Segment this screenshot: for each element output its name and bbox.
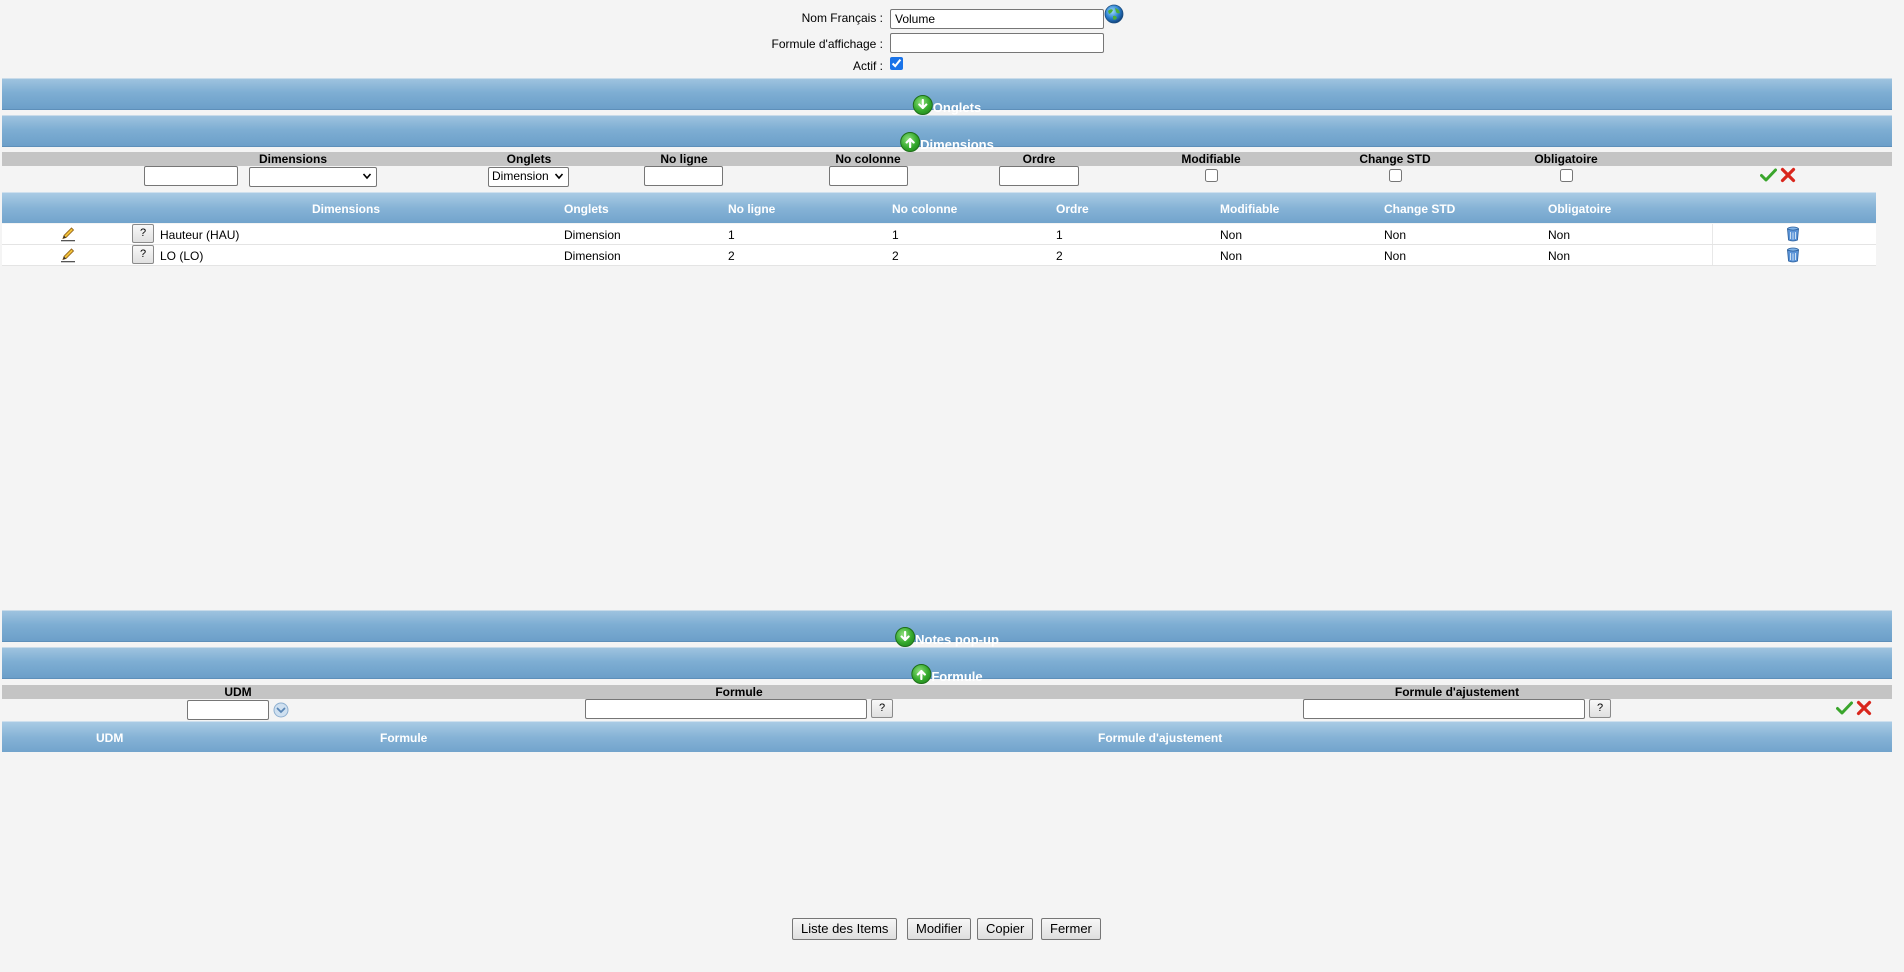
edit-col-change-std: Change STD bbox=[1359, 152, 1431, 166]
cell-no-colonne: 1 bbox=[892, 228, 899, 242]
column-divider bbox=[1712, 245, 1713, 265]
cell-dimension: Hauteur (HAU) bbox=[160, 228, 240, 242]
formule-ajustement-help-button[interactable]: ? bbox=[1589, 699, 1611, 718]
red-x-icon[interactable] bbox=[1780, 167, 1796, 183]
cell-change-std: Non bbox=[1384, 228, 1407, 242]
cell-no-colonne: 2 bbox=[892, 249, 899, 263]
obligatoire-checkbox[interactable] bbox=[1560, 169, 1573, 182]
dimension-select[interactable] bbox=[249, 167, 377, 187]
liste-items-button[interactable]: Liste des Items bbox=[792, 918, 898, 940]
no-colonne-input[interactable] bbox=[829, 166, 908, 186]
red-x-icon[interactable] bbox=[1856, 700, 1872, 716]
checkmark-icon[interactable] bbox=[1760, 168, 1777, 182]
col-dimensions: Dimensions bbox=[312, 202, 381, 216]
copier-button[interactable]: Copier bbox=[977, 918, 1034, 940]
modifier-button[interactable]: Modifier bbox=[907, 918, 972, 940]
cell-modifiable: Non bbox=[1220, 228, 1243, 242]
notes-section-title: Notes pop-up bbox=[915, 632, 999, 647]
arrow-up-circle-icon[interactable] bbox=[900, 132, 921, 152]
dimension-help-button[interactable]: ? bbox=[132, 224, 154, 243]
cell-onglet: Dimension bbox=[564, 228, 621, 242]
dimension-help-button[interactable]: ? bbox=[132, 245, 154, 264]
chevron-down-icon bbox=[554, 173, 564, 180]
notes-section-header[interactable]: Notes pop-up bbox=[2, 610, 1892, 647]
col-formule-ajustement: Formule d'ajustement bbox=[1098, 731, 1223, 745]
col-modifiable: Modifiable bbox=[1220, 202, 1280, 216]
pencil-icon[interactable] bbox=[60, 247, 76, 263]
edit-col-formule-ajustement: Formule d'ajustement bbox=[1394, 685, 1520, 699]
edit-col-no-ligne: No ligne bbox=[660, 152, 708, 166]
col-formule: Formule bbox=[380, 731, 428, 745]
checkmark-icon[interactable] bbox=[1836, 701, 1853, 715]
cell-change-std: Non bbox=[1384, 249, 1407, 263]
nom-francais-input[interactable] bbox=[890, 9, 1104, 29]
chevron-down-icon bbox=[362, 173, 372, 180]
formule-affichage-input[interactable] bbox=[890, 33, 1104, 53]
formule-table-header: UDM Formule Formule d'ajustement bbox=[2, 721, 1892, 752]
cell-ordre: 1 bbox=[1056, 228, 1063, 242]
udm-input[interactable] bbox=[187, 700, 269, 720]
arrow-down-circle-icon[interactable] bbox=[895, 627, 916, 647]
formule-section-header[interactable]: Formule bbox=[2, 647, 1892, 684]
modifiable-checkbox[interactable] bbox=[1205, 169, 1218, 182]
col-ordre: Ordre bbox=[1056, 202, 1089, 216]
trash-icon[interactable] bbox=[1786, 226, 1800, 242]
arrow-down-circle-icon[interactable] bbox=[912, 95, 933, 115]
col-onglets: Onglets bbox=[564, 202, 609, 216]
dimensions-edit-header: Dimensions Onglets No ligne No colonne O… bbox=[2, 152, 1892, 166]
cell-no-ligne: 2 bbox=[728, 249, 735, 263]
formule-input[interactable] bbox=[585, 699, 867, 719]
cell-obligatoire: Non bbox=[1548, 249, 1571, 263]
no-ligne-input[interactable] bbox=[644, 166, 723, 186]
col-no-ligne: No ligne bbox=[728, 202, 776, 216]
formule-edit-header: UDM Formule Formule d'ajustement bbox=[2, 685, 1892, 699]
onglets-section-header[interactable]: Onglets bbox=[2, 78, 1892, 115]
table-row: ? LO (LO) Dimension 2 2 2 Non Non Non bbox=[2, 245, 1876, 266]
dimensions-section-title: Dimensions bbox=[920, 137, 994, 152]
edit-col-modifiable: Modifiable bbox=[1181, 152, 1241, 166]
formule-section-title: Formule bbox=[931, 669, 983, 684]
cell-ordre: 2 bbox=[1056, 249, 1063, 263]
table-row: ? Hauteur (HAU) Dimension 1 1 1 Non Non … bbox=[2, 224, 1876, 245]
ordre-input[interactable] bbox=[999, 166, 1079, 186]
dropdown-circle-icon[interactable] bbox=[273, 702, 289, 718]
edit-col-no-colonne: No colonne bbox=[835, 152, 901, 166]
trash-icon[interactable] bbox=[1786, 247, 1800, 263]
globe-icon[interactable] bbox=[1104, 4, 1124, 24]
edit-col-onglets: Onglets bbox=[506, 152, 552, 166]
edit-col-dimensions: Dimensions bbox=[258, 152, 328, 166]
edit-col-udm: UDM bbox=[224, 685, 252, 699]
onglet-select-value: Dimension bbox=[492, 169, 549, 183]
formule-ajustement-input[interactable] bbox=[1303, 699, 1585, 719]
edit-col-formule: Formule bbox=[715, 685, 763, 699]
col-obligatoire: Obligatoire bbox=[1548, 202, 1612, 216]
cell-no-ligne: 1 bbox=[728, 228, 735, 242]
formule-help-button[interactable]: ? bbox=[871, 699, 893, 718]
actif-checkbox[interactable] bbox=[890, 57, 903, 70]
edit-col-ordre: Ordre bbox=[1022, 152, 1056, 166]
change-std-checkbox[interactable] bbox=[1389, 169, 1402, 182]
dimension-code-input[interactable] bbox=[144, 166, 238, 186]
pencil-icon[interactable] bbox=[60, 226, 76, 242]
fermer-button[interactable]: Fermer bbox=[1041, 918, 1101, 940]
cell-onglet: Dimension bbox=[564, 249, 621, 263]
dimensions-table-header: Dimensions Onglets No ligne No colonne O… bbox=[2, 192, 1876, 223]
arrow-up-circle-icon[interactable] bbox=[911, 664, 932, 684]
formule-affichage-label: Formule d'affichage : bbox=[771, 37, 883, 51]
cell-dimension: LO (LO) bbox=[160, 249, 204, 263]
onglet-select[interactable]: Dimension bbox=[488, 167, 569, 187]
col-change-std: Change STD bbox=[1384, 202, 1456, 216]
col-no-colonne: No colonne bbox=[892, 202, 958, 216]
nom-francais-label: Nom Français : bbox=[801, 11, 883, 25]
actif-label: Actif : bbox=[852, 59, 883, 73]
edit-col-obligatoire: Obligatoire bbox=[1534, 152, 1598, 166]
onglets-section-title: Onglets bbox=[932, 100, 982, 115]
cell-obligatoire: Non bbox=[1548, 228, 1571, 242]
column-divider bbox=[1712, 224, 1713, 244]
col-udm: UDM bbox=[96, 731, 124, 745]
cell-modifiable: Non bbox=[1220, 249, 1243, 263]
dimensions-section-header[interactable]: Dimensions bbox=[2, 115, 1892, 152]
